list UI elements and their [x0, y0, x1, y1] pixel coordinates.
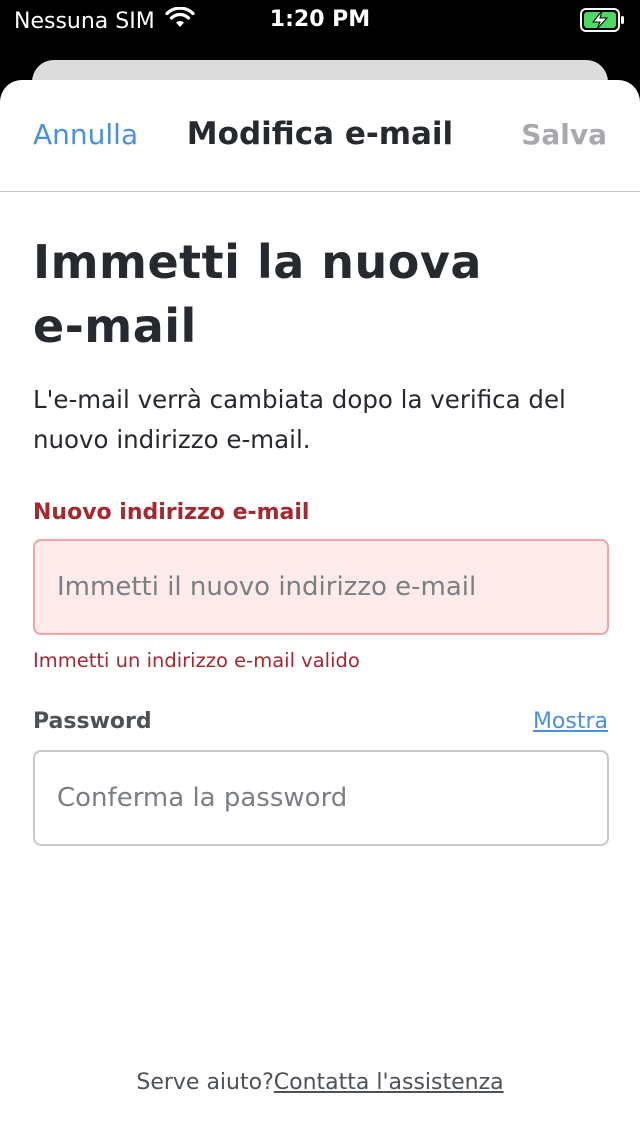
contact-support-link[interactable]: Contatta l'assistenza	[274, 1070, 504, 1095]
password-field[interactable]	[33, 750, 609, 846]
help-prompt: Serve aiuto?	[136, 1070, 274, 1095]
status-bar: Nessuna SIM 1:20 PM	[0, 0, 640, 40]
carrier-label: Nessuna SIM	[14, 8, 155, 34]
save-button[interactable]: Salva	[521, 118, 607, 151]
carrier-group: Nessuna SIM	[14, 6, 195, 35]
password-label-row: Password Mostra	[33, 706, 608, 736]
password-field-label: Password	[33, 708, 152, 734]
show-password-link[interactable]: Mostra	[533, 709, 608, 734]
navigation-bar: Annulla Modifica e-mail Salva	[0, 80, 640, 192]
form-heading-line2: e-mail	[33, 299, 197, 353]
email-field[interactable]	[33, 539, 609, 635]
wifi-icon	[165, 6, 195, 35]
email-error-message: Immetti un indirizzo e-mail valido	[33, 649, 360, 672]
form-heading-line1: Immetti la nuova	[33, 235, 482, 289]
help-footer: Serve aiuto?Contatta l'assistenza	[0, 1070, 640, 1095]
modal-sheet: Annulla Modifica e-mail Salva Immetti la…	[0, 80, 640, 1136]
form-content: Immetti la nuova e-mail L'e-mail verrà c…	[33, 192, 609, 846]
battery-charging-icon	[580, 8, 626, 38]
email-field-label: Nuovo indirizzo e-mail	[33, 500, 310, 525]
cancel-button[interactable]: Annulla	[33, 118, 138, 151]
form-description: L'e-mail verrà cambiata dopo la verifica…	[33, 385, 566, 454]
form-heading: Immetti la nuova e-mail	[33, 230, 608, 358]
